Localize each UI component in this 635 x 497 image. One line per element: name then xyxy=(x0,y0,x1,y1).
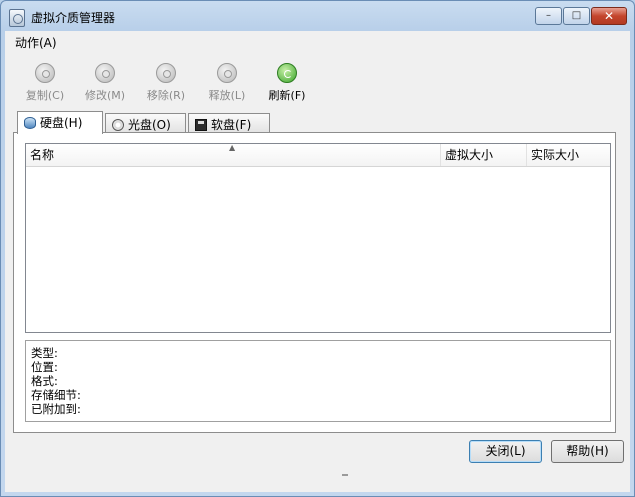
tab-panel: ▲ 名称 虚拟大小 实际大小 类型: 位置: 格式: 存储细节: 已附加到: xyxy=(13,132,616,433)
tab-hard-disk-label: 硬盘(H) xyxy=(40,116,83,130)
window-title: 虚拟介质管理器 xyxy=(31,11,116,25)
media-tabs: 硬盘(H) 光盘(O) 软盘(F) xyxy=(13,111,613,134)
toolbar: 复制(C) 修改(M) 移除(R) 释放(L) 刷新(F) xyxy=(5,57,630,105)
app-disk-icon xyxy=(9,9,25,27)
detail-type-label: 类型: xyxy=(31,346,58,360)
details-pane: 类型: 位置: 格式: 存储细节: 已附加到: xyxy=(25,340,611,422)
floppy-disk-icon xyxy=(195,119,207,131)
detail-storage-label: 存储细节: xyxy=(31,388,81,402)
detail-attached-label: 已附加到: xyxy=(31,402,81,416)
maximize-button[interactable]: □ xyxy=(563,7,590,25)
remove-label: 移除(R) xyxy=(146,89,186,102)
column-actual-size[interactable]: 实际大小 xyxy=(527,144,610,166)
title-bar[interactable]: 虚拟介质管理器 – □ ✕ xyxy=(1,1,634,31)
resize-grip[interactable] xyxy=(342,474,348,476)
media-list[interactable]: ▲ 名称 虚拟大小 实际大小 xyxy=(25,143,611,333)
menu-bar: 动作(A) xyxy=(5,31,630,51)
help-button[interactable]: 帮助(H) xyxy=(551,440,624,463)
menu-action[interactable]: 动作(A) xyxy=(15,34,57,51)
close-window-button[interactable]: ✕ xyxy=(591,7,627,25)
column-name[interactable]: 名称 xyxy=(26,144,441,166)
release-label: 释放(L) xyxy=(208,89,246,102)
tab-hard-disk[interactable]: 硬盘(H) xyxy=(17,111,103,134)
client-area: 动作(A) 复制(C) 修改(M) 移除(R) 释放(L) 刷新(F) 硬盘(H… xyxy=(5,31,630,492)
refresh-button[interactable]: 刷新(F) xyxy=(259,57,315,103)
release-button[interactable]: 释放(L) xyxy=(199,57,255,103)
optical-disc-icon xyxy=(112,119,124,131)
detail-format-label: 格式: xyxy=(31,374,58,388)
tab-floppy-disk-label: 软盘(F) xyxy=(211,118,252,132)
column-virtual-size[interactable]: 虚拟大小 xyxy=(441,144,527,166)
modify-button[interactable]: 修改(M) xyxy=(77,57,133,103)
remove-disk-icon xyxy=(156,63,176,83)
tab-optical-disc[interactable]: 光盘(O) xyxy=(105,113,186,133)
refresh-icon xyxy=(277,63,297,83)
hard-disk-icon xyxy=(24,117,36,129)
minimize-button[interactable]: – xyxy=(535,7,562,25)
modify-label: 修改(M) xyxy=(84,89,126,102)
detail-location-label: 位置: xyxy=(31,360,58,374)
copy-disk-icon xyxy=(35,63,55,83)
refresh-label: 刷新(F) xyxy=(268,89,306,102)
close-button[interactable]: 关闭(L) xyxy=(469,440,542,463)
copy-button[interactable]: 复制(C) xyxy=(17,57,73,103)
virtual-media-manager-window: 虚拟介质管理器 – □ ✕ 动作(A) 复制(C) 修改(M) 移除(R) 释放… xyxy=(0,0,635,497)
tab-optical-disc-label: 光盘(O) xyxy=(128,118,171,132)
modify-disk-icon xyxy=(95,63,115,83)
copy-label: 复制(C) xyxy=(25,89,65,102)
release-disk-icon xyxy=(217,63,237,83)
tab-floppy-disk[interactable]: 软盘(F) xyxy=(188,113,270,133)
remove-button[interactable]: 移除(R) xyxy=(138,57,194,103)
list-header: ▲ 名称 虚拟大小 实际大小 xyxy=(26,143,610,167)
